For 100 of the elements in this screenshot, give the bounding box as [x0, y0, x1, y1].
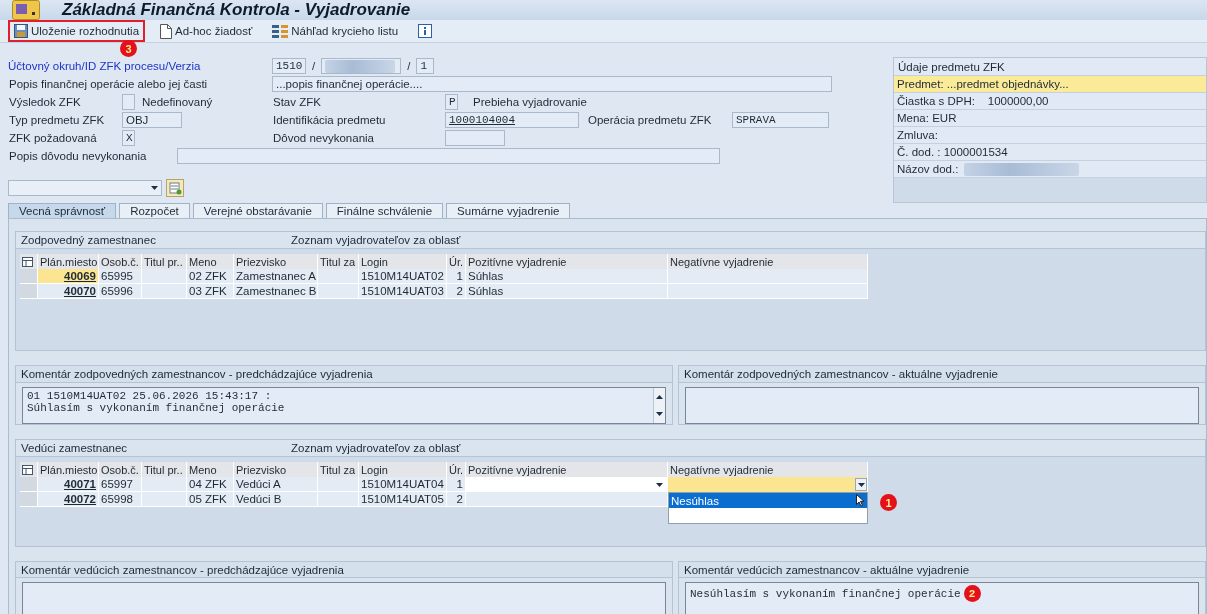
column-header[interactable]: Login: [359, 462, 447, 477]
tab[interactable]: Sumárne vyjadrenie: [446, 203, 571, 218]
input-field[interactable]: [445, 130, 505, 146]
table-cell[interactable]: 40071: [38, 477, 99, 492]
comment-field[interactable]: Nesúhlasím s vykonaním finančnej operácie 2: [685, 582, 1199, 614]
field-label: Výsledok ZFK: [8, 96, 82, 108]
field-label: Stav ZFK: [272, 96, 322, 108]
comment-field[interactable]: 01 1510M14UAT02 25.06.2026 15:43:17 : Súhlasím s vykonaním finančnej operácie: [22, 386, 666, 424]
column-header[interactable]: Meno: [187, 462, 234, 477]
group-subtitle: Zoznam vyjadrovateľov za oblasť: [290, 234, 462, 246]
column-header[interactable]: Úr.: [447, 462, 466, 477]
separator-text: /: [312, 60, 316, 72]
input-field[interactable]: X: [122, 130, 135, 146]
field-label: Typ predmetu ZFK: [8, 114, 106, 126]
table-cell: Vedúci A: [234, 477, 318, 492]
column-header[interactable]: Pozitívne vyjadrenie: [466, 462, 668, 477]
scroll-up-icon[interactable]: [656, 394, 663, 399]
table-cell: 04 ZFK: [187, 477, 234, 492]
field-label: Popis finančnej operácie alebo jej časti: [8, 78, 209, 90]
dropdown-button[interactable]: [855, 478, 867, 491]
dropdown-field[interactable]: [8, 180, 162, 196]
scroll-down-icon[interactable]: [656, 412, 663, 417]
input-field[interactable]: [321, 58, 402, 74]
field-label: ZFK požadovaná: [8, 132, 98, 144]
table-cell: 1: [447, 269, 466, 284]
table-cell: 1510M14UAT05: [359, 492, 447, 507]
table-cell: 65995: [99, 269, 142, 284]
table-cell: Súhlas: [466, 269, 668, 284]
column-header[interactable]: Plán.miesto: [38, 254, 99, 269]
redacted-block: [325, 59, 396, 73]
separator-text: /: [407, 60, 411, 72]
input-field[interactable]: P: [445, 94, 458, 110]
column-header[interactable]: Plán.miesto: [38, 462, 99, 477]
column-settings-icon[interactable]: [20, 462, 38, 477]
field-label: Dôvod nevykonania: [272, 132, 375, 144]
toolbar-button[interactable]: Náhľad krycieho listu: [267, 20, 404, 42]
column-header[interactable]: Meno: [187, 254, 234, 269]
input-field[interactable]: [122, 94, 135, 110]
group-title: Zodpovedný zamestnanec: [20, 234, 157, 246]
column-header[interactable]: Úr.: [447, 254, 466, 269]
table-cell: 05 ZFK: [187, 492, 234, 507]
tab[interactable]: Rozpočet: [119, 203, 190, 218]
input-field[interactable]: 1000104004: [445, 112, 579, 128]
column-settings-icon[interactable]: [20, 254, 38, 269]
column-header[interactable]: Priezvisko: [234, 462, 318, 477]
layout-icon[interactable]: [166, 179, 184, 197]
comment-field[interactable]: [22, 582, 666, 614]
table-cell: 65997: [99, 477, 142, 492]
table-cell[interactable]: 40072: [38, 492, 99, 507]
comment-panel-title: Komentár zodpovedných zamestnancov - aktuálne vyjadrenie: [683, 367, 998, 380]
table-cell: 1: [447, 477, 466, 492]
column-header[interactable]: Titul za: [318, 462, 359, 477]
table-cell: 65996: [99, 284, 142, 299]
annotation-marker: 1: [880, 494, 897, 511]
column-header[interactable]: Negatívne vyjadrenie: [668, 254, 868, 269]
column-header[interactable]: Pozitívne vyjadrenie: [466, 254, 668, 269]
field-label: Popis dôvodu nevykonania: [8, 150, 148, 162]
table-icon: [272, 24, 289, 38]
field-value-text: Nedefinovaný: [141, 96, 213, 108]
column-header[interactable]: Osob.č.: [99, 254, 142, 269]
window-title: Základná Finančná Kontrola - Vyjadrovanie: [62, 0, 411, 20]
column-header[interactable]: Priezvisko: [234, 254, 318, 269]
field-label-link[interactable]: Účtovný okruh/ID ZFK procesu/Verzia: [8, 60, 272, 72]
table-cell[interactable]: 40069: [38, 269, 99, 284]
column-header[interactable]: Osob.č.: [99, 462, 142, 477]
comment-text: Súhlasím s vykonaním finančnej operácie: [27, 401, 285, 414]
dropdown-option[interactable]: Nesúhlas: [669, 493, 867, 508]
input-field[interactable]: SPRAVA: [732, 112, 829, 128]
column-header[interactable]: Negatívne vyjadrenie: [668, 462, 868, 477]
table-cell: 2: [447, 492, 466, 507]
column-header[interactable]: Titul za: [318, 254, 359, 269]
tab[interactable]: Verejné obstarávanie: [192, 203, 323, 218]
tab[interactable]: Vecná správnosť: [8, 203, 117, 218]
tab[interactable]: Finálne schválenie: [325, 203, 444, 218]
comment-text: Nesúhlasím s vykonaním finančnej operácie: [690, 587, 961, 600]
input-field[interactable]: 1510: [272, 58, 306, 74]
table-cell[interactable]: 40070: [38, 284, 99, 299]
table-cell: 2: [447, 284, 466, 299]
table-cell: Zamestnanec B: [234, 284, 318, 299]
column-header[interactable]: Titul pr..: [142, 462, 187, 477]
input-field[interactable]: OBJ: [122, 112, 182, 128]
column-header[interactable]: Titul pr..: [142, 254, 187, 269]
table-cell: Zamestnanec A: [234, 269, 318, 284]
input-field[interactable]: [177, 148, 720, 164]
column-header[interactable]: Login: [359, 254, 447, 269]
comment-field[interactable]: [685, 386, 1199, 424]
input-field[interactable]: ...popis finančnej operácie....: [272, 76, 832, 92]
caret-icon: [151, 186, 158, 190]
document-icon: [160, 23, 173, 39]
group-title: Vedúci zamestnanec: [20, 442, 129, 454]
caret-icon: [857, 482, 865, 487]
input-field[interactable]: 1: [416, 58, 435, 74]
field-value-text: Prebieha vyjadrovanie: [472, 96, 587, 108]
table-cell: Vedúci B: [234, 492, 318, 507]
toolbar-button[interactable]: Uloženie rozhodnutia: [8, 20, 146, 42]
toolbar-button[interactable]: Ad-hoc žiadosť: [155, 20, 258, 42]
table-cell: 65998: [99, 492, 142, 507]
save-icon: [14, 24, 28, 38]
scrollbar[interactable]: [653, 387, 665, 423]
app-icon[interactable]: [12, 0, 40, 20]
